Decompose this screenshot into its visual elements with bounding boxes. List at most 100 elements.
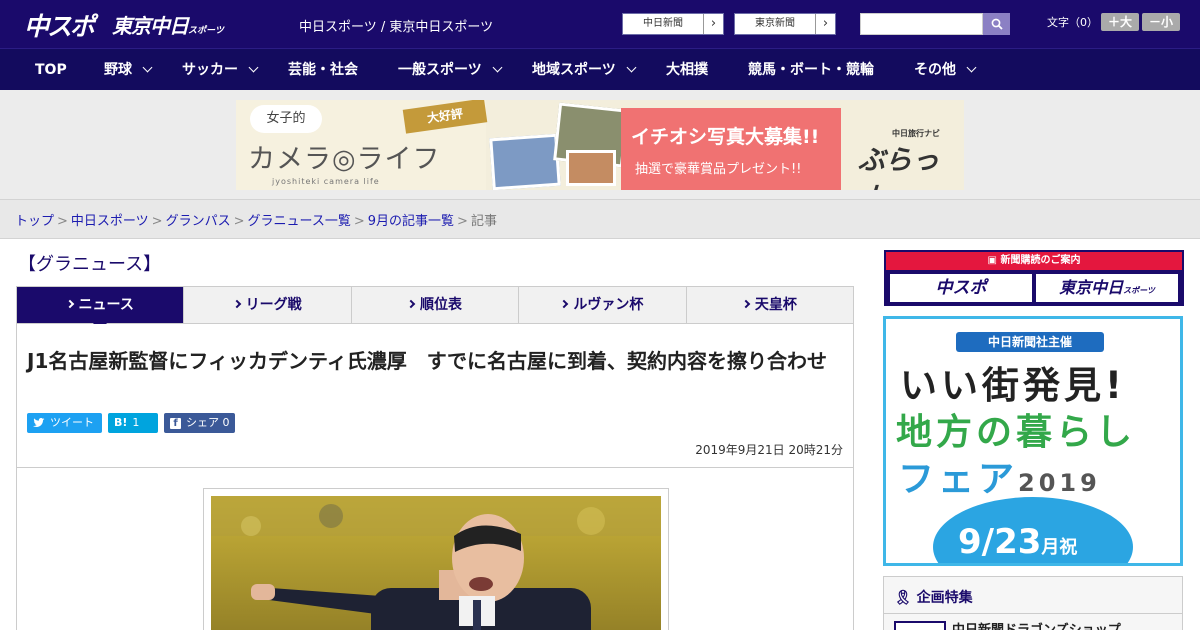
- subscribe-tokyo-text: 東京中日: [1059, 278, 1124, 297]
- facebook-share-button[interactable]: f シェア 0: [164, 413, 235, 433]
- breadcrumb-top[interactable]: トップ: [15, 214, 54, 229]
- nav-label: TOP: [35, 62, 67, 78]
- nav-soccer[interactable]: サッカー: [182, 49, 259, 91]
- breadcrumb: トップ > 中日スポーツ > グランパス > グラニュース一覧 >9月の記事一覧 > 記事: [15, 210, 497, 229]
- subscription-box: ▣ 新聞購読のご案内 中スポ 東京中日スポーツ: [884, 250, 1184, 306]
- tab-standings[interactable]: 順位表: [352, 287, 520, 323]
- main-nav: TOP 野球 サッカー 芸能・社会 一般スポーツ 地域スポーツ 大相撲 競馬・ボ…: [0, 48, 1200, 90]
- tokyo-chunichi-logo[interactable]: 東京中日スポーツ: [112, 10, 224, 39]
- tab-label: リーグ戦: [245, 297, 302, 313]
- nav-general-sports[interactable]: 一般スポーツ: [398, 49, 503, 91]
- fair-sponsor: 中日新聞社主催: [956, 332, 1104, 352]
- news-tabs: ニュース リーグ戦 順位表 ルヴァン杯 天皇杯: [16, 286, 854, 331]
- search-button[interactable]: [983, 13, 1010, 35]
- nav-label: 芸能・社会: [288, 62, 358, 78]
- hatena-count: 1: [132, 416, 140, 429]
- breadcrumb-gra-news-list[interactable]: グラニュース一覧: [248, 214, 351, 229]
- nav-label: その他: [914, 62, 956, 78]
- article-header-box: J1名古屋新監督にフィッカデンティ氏濃厚 すでに名古屋に到着、契約内容を擦り合わ…: [16, 324, 854, 468]
- dragons-shop-link[interactable]: 中日新聞ドラゴンズショップ: [952, 619, 1121, 630]
- tab-emperors-cup[interactable]: 天皇杯: [687, 287, 853, 323]
- search-icon: [991, 18, 1003, 30]
- section-title: 【グラニュース】: [18, 254, 162, 275]
- breadcrumb-separator: >: [151, 214, 163, 229]
- chevron-down-icon: [248, 62, 259, 73]
- twitter-bird-icon: [33, 418, 45, 427]
- hatena-bookmark-button[interactable]: B! 1: [108, 413, 158, 433]
- chevron-right-icon: [560, 299, 569, 309]
- site-names: 中日スポーツ / 東京中日スポーツ: [299, 20, 494, 35]
- ad-pink-panel: イチオシ写真大募集!! 抽選で豪華賞品プレゼント!!: [621, 108, 841, 190]
- local-life-fair-ad[interactable]: 中日新聞社主催 いい街発見! 地方の暮らし フェア2019 9/23月祝: [883, 316, 1183, 566]
- ribbon-icon: 🎗: [894, 590, 912, 606]
- tab-league[interactable]: リーグ戦: [184, 287, 352, 323]
- ad-camera-life-title: カメラ◎ライフ: [248, 144, 441, 175]
- coach-photo-image: [211, 496, 661, 630]
- subscription-header-text: 新聞購読のご案内: [1000, 255, 1081, 266]
- publish-date: 2019年9月21日 20時21分: [695, 443, 843, 457]
- tab-label: 順位表: [420, 297, 463, 313]
- tab-levain-cup[interactable]: ルヴァン杯: [519, 287, 687, 323]
- photo-frame: [203, 488, 669, 630]
- chuspo-logo[interactable]: 中スポ: [24, 7, 95, 43]
- tab-news[interactable]: ニュース: [17, 287, 185, 331]
- feature-title: 🎗 企画特集: [894, 587, 973, 607]
- breadcrumb-separator: >: [457, 214, 468, 229]
- chevron-right-icon: ›: [703, 14, 723, 34]
- font-larger-button[interactable]: ＋大: [1101, 13, 1139, 31]
- chevron-down-icon: [966, 62, 977, 73]
- feature-box: 🎗 企画特集 中日新聞ドラゴンズショップ: [883, 576, 1183, 630]
- newspaper-icon: ▣: [987, 255, 1001, 266]
- hatena-icon: B!: [114, 416, 128, 429]
- fair-date-text: 9/23月祝: [958, 522, 1077, 562]
- tokyo-logo-suffix: スポーツ: [188, 26, 224, 36]
- article-image-box: [16, 468, 854, 630]
- nav-label: 競馬・ボート・競輪: [748, 62, 874, 78]
- feature-divider: [884, 613, 1182, 614]
- ad-joshi-bubble: 女子的: [250, 105, 322, 133]
- nav-sumo[interactable]: 大相撲: [666, 49, 708, 91]
- nav-others[interactable]: その他: [914, 49, 977, 91]
- nav-baseball[interactable]: 野球: [104, 49, 153, 91]
- breadcrumb-grampus[interactable]: グランパス: [166, 214, 231, 229]
- tab-label: 天皇杯: [754, 297, 797, 313]
- nav-local-sports[interactable]: 地域スポーツ: [532, 49, 637, 91]
- subscribe-tokyo-chunichi-button[interactable]: 東京中日スポーツ: [1036, 274, 1178, 302]
- facebook-icon: f: [170, 417, 181, 429]
- nav-racing[interactable]: 競馬・ボート・競輪: [748, 49, 874, 91]
- fair-date-suffix: 月祝: [1041, 537, 1078, 558]
- breadcrumb-september-list[interactable]: 9月の記事一覧: [368, 214, 454, 229]
- nav-label: 大相撲: [666, 62, 708, 78]
- ad-photo-seagull: [489, 133, 561, 190]
- breadcrumb-chunichi-sports[interactable]: 中日スポーツ: [71, 214, 149, 229]
- chevron-down-icon: [492, 62, 503, 73]
- nav-label: 野球: [104, 62, 132, 78]
- breadcrumb-separator: >: [233, 214, 245, 229]
- ad-photo-small: [566, 150, 616, 186]
- fair-line-2: 地方の暮らし: [896, 412, 1137, 453]
- subscription-header: ▣ 新聞購読のご案内: [886, 252, 1182, 270]
- nav-top[interactable]: TOP: [35, 49, 67, 91]
- subscribe-chuspo-button[interactable]: 中スポ: [890, 274, 1032, 302]
- tweet-button[interactable]: ツイート: [27, 413, 102, 433]
- font-smaller-button[interactable]: －小: [1142, 13, 1180, 31]
- article-headline: J1名古屋新監督にフィッカデンティ氏濃厚 すでに名古屋に到着、契約内容を擦り合わ…: [27, 349, 827, 373]
- ad-main-text: イチオシ写真大募集!!: [631, 126, 820, 148]
- tokyo-shimbun-link[interactable]: 東京新聞 ›: [734, 13, 836, 35]
- chunichi-shimbun-label: 中日新聞: [643, 18, 683, 29]
- nav-entertainment[interactable]: 芸能・社会: [288, 49, 358, 91]
- chevron-down-icon: [142, 62, 153, 73]
- dragons-shop-thumbnail[interactable]: [894, 621, 946, 630]
- tokyo-logo-text: 東京中日: [112, 14, 189, 38]
- fair-line-1: いい街発見!: [900, 364, 1126, 407]
- search-input[interactable]: [860, 13, 983, 35]
- tweet-label: ツイート: [50, 416, 94, 429]
- chunichi-shimbun-link[interactable]: 中日新聞 ›: [622, 13, 724, 35]
- banner-zone: 女子的 カメラ◎ライフ jyoshiteki camera life 大好評 イ…: [0, 90, 1200, 200]
- fair-line-3-text: フェア: [898, 459, 1019, 500]
- ad-subtitle: jyoshiteki camera life: [272, 177, 380, 186]
- breadcrumb-separator: >: [57, 214, 68, 229]
- coach-photo[interactable]: [211, 496, 661, 630]
- camera-life-ad-banner[interactable]: 女子的 カメラ◎ライフ jyoshiteki camera life 大好評 イ…: [236, 100, 964, 190]
- ad-buratto-logo: ぶらっ人: [858, 145, 939, 190]
